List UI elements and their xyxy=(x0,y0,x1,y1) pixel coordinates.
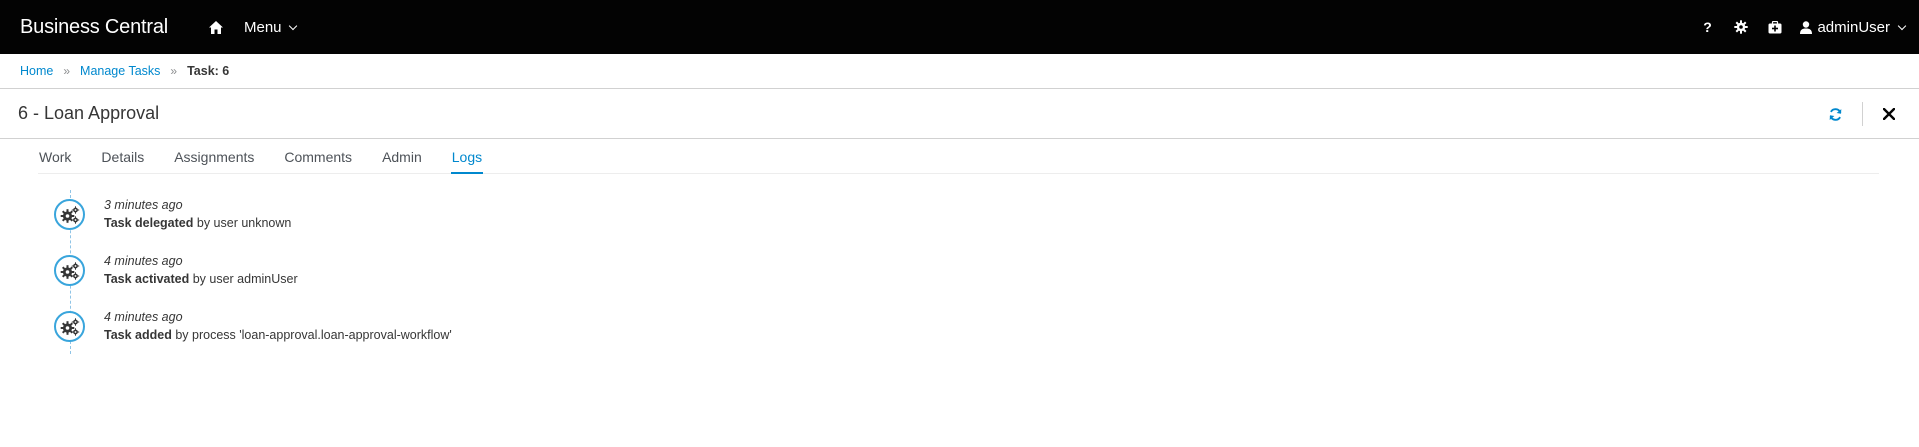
log-entry: 4 minutes ago Task added by process 'loa… xyxy=(54,308,1919,364)
log-time: 4 minutes ago xyxy=(104,310,183,324)
close-button[interactable] xyxy=(1877,99,1901,129)
log-entry: 3 minutes ago Task delegated by user unk… xyxy=(54,196,1919,252)
log-detail: by user adminUser xyxy=(189,272,298,286)
log-text: 4 minutes ago Task activated by user adm… xyxy=(104,252,298,288)
breadcrumb-separator: » xyxy=(63,64,71,78)
tab-assignments[interactable]: Assignments xyxy=(173,149,255,173)
cogs-icon xyxy=(54,255,85,286)
help-icon[interactable]: ? xyxy=(1690,0,1724,54)
tab-work[interactable]: Work xyxy=(38,149,72,173)
tab-logs[interactable]: Logs xyxy=(450,149,484,174)
task-tabs: Work Details Assignments Comments Admin … xyxy=(38,139,1879,174)
tab-admin[interactable]: Admin xyxy=(381,149,423,173)
top-navbar: Business Central Menu ? adminUser xyxy=(0,0,1919,54)
breadcrumb-separator: » xyxy=(170,64,178,78)
breadcrumb-home[interactable]: Home xyxy=(20,64,53,78)
navbar-utilities: ? adminUser xyxy=(1690,0,1907,54)
tab-details[interactable]: Details xyxy=(100,149,145,173)
log-time: 3 minutes ago xyxy=(104,198,183,212)
menu-dropdown[interactable]: Menu xyxy=(243,18,297,36)
log-text: 3 minutes ago Task delegated by user unk… xyxy=(104,196,291,232)
title-actions xyxy=(1820,89,1901,139)
log-detail: by user unknown xyxy=(193,216,292,230)
close-icon xyxy=(1883,108,1895,120)
user-name: adminUser xyxy=(1817,18,1890,36)
log-text: 4 minutes ago Task added by process 'loa… xyxy=(104,308,452,344)
breadcrumb-manage-tasks[interactable]: Manage Tasks xyxy=(80,64,160,78)
tab-comments[interactable]: Comments xyxy=(283,149,353,173)
logs-timeline: 3 minutes ago Task delegated by user unk… xyxy=(54,190,1919,364)
menu-label: Menu xyxy=(243,18,282,36)
log-action: Task added xyxy=(104,328,172,342)
refresh-icon xyxy=(1829,107,1841,121)
log-action: Task delegated xyxy=(104,216,194,230)
chevron-down-icon xyxy=(1897,21,1907,30)
title-divider xyxy=(1862,102,1863,126)
home-icon[interactable] xyxy=(206,17,226,37)
breadcrumb-current: Task: 6 xyxy=(187,64,230,78)
log-action: Task activated xyxy=(104,272,190,286)
brand-title[interactable]: Business Central xyxy=(20,16,168,39)
breadcrumb: Home » Manage Tasks » Task: 6 xyxy=(0,54,1919,89)
cogs-icon xyxy=(54,311,85,342)
chevron-down-icon xyxy=(288,21,297,30)
title-bar: 6 - Loan Approval xyxy=(0,89,1919,139)
page-title: 6 - Loan Approval xyxy=(18,103,160,123)
log-time: 4 minutes ago xyxy=(104,254,183,268)
user-menu[interactable]: adminUser xyxy=(1800,18,1907,36)
medkit-icon[interactable] xyxy=(1758,0,1792,54)
refresh-button[interactable] xyxy=(1820,99,1850,129)
log-detail: by process 'loan-approval.loan-approval-… xyxy=(171,328,452,342)
gear-icon[interactable] xyxy=(1724,0,1758,54)
cogs-icon xyxy=(54,199,85,230)
user-icon xyxy=(1800,20,1813,34)
log-entry: 4 minutes ago Task activated by user adm… xyxy=(54,252,1919,308)
